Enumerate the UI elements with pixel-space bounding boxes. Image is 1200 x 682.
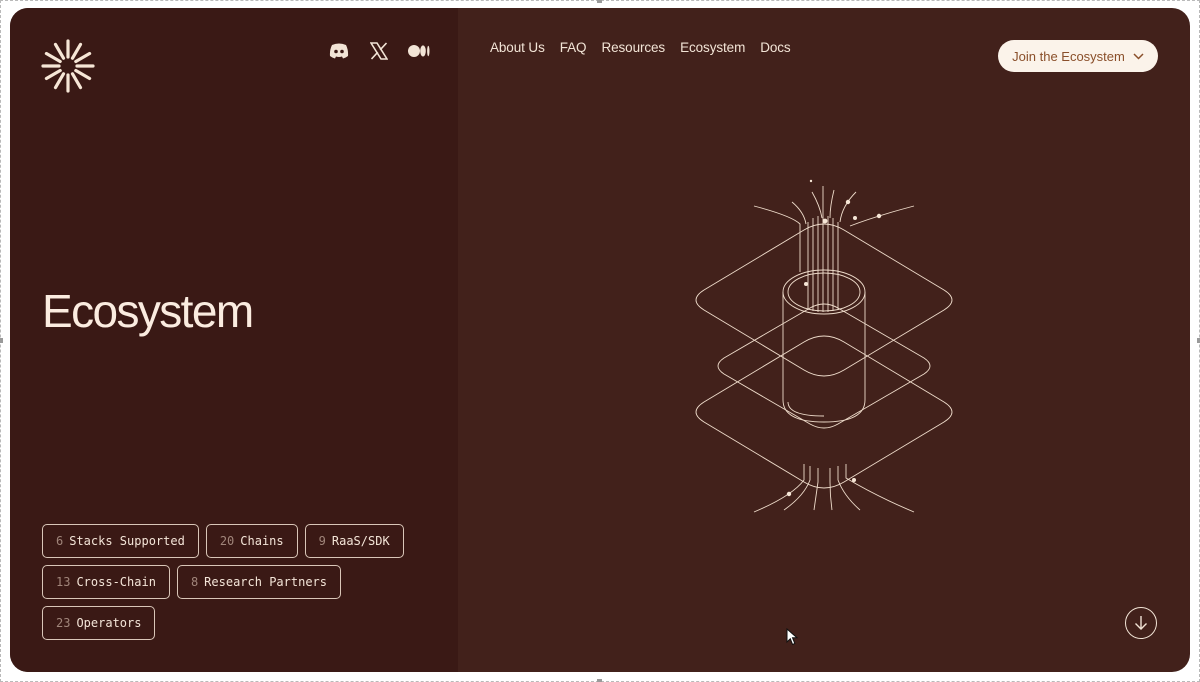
tag-label: Stacks Supported xyxy=(69,534,185,548)
nav-ecosystem[interactable]: Ecosystem xyxy=(680,40,745,55)
mouse-cursor-icon xyxy=(786,628,798,646)
tag-research-partners[interactable]: 8 Research Partners xyxy=(176,565,341,599)
tags-row: 6 Stacks Supported 20 Chains 9 RaaS/SDK xyxy=(42,524,442,558)
join-ecosystem-label: Join the Ecosystem xyxy=(1012,48,1125,64)
tag-stacks-supported[interactable]: 6 Stacks Supported xyxy=(42,524,199,558)
main-nav: About Us FAQ Resources Ecosystem Docs xyxy=(490,40,791,55)
tag-label: Operators xyxy=(76,616,142,630)
tags-row: 23 Operators xyxy=(42,606,442,640)
tag-label: Research Partners xyxy=(204,575,327,589)
nav-about-us[interactable]: About Us xyxy=(490,40,545,55)
stats-tags: 6 Stacks Supported 20 Chains 9 RaaS/SDK … xyxy=(42,524,442,647)
medium-icon[interactable] xyxy=(408,40,430,62)
resize-handle-top[interactable] xyxy=(597,0,602,3)
x-icon[interactable] xyxy=(368,40,390,62)
resize-handle-left[interactable] xyxy=(0,338,3,343)
tag-count: 8 xyxy=(190,575,199,589)
tag-raas-sdk[interactable]: 9 RaaS/SDK xyxy=(304,524,404,558)
tag-label: Cross-Chain xyxy=(76,575,156,589)
join-ecosystem-button[interactable]: Join the Ecosystem xyxy=(998,40,1158,72)
page-title: Ecosystem xyxy=(42,285,254,337)
nav-docs[interactable]: Docs xyxy=(760,40,790,55)
tag-count: 23 xyxy=(56,616,71,630)
tag-label: RaaS/SDK xyxy=(331,534,390,548)
tag-operators[interactable]: 23 Operators xyxy=(42,606,156,640)
logo-icon[interactable] xyxy=(40,38,96,94)
tag-count: 20 xyxy=(219,534,235,548)
page-card: About Us FAQ Resources Ecosystem Docs Jo… xyxy=(10,8,1190,672)
nav-resources[interactable]: Resources xyxy=(601,40,665,55)
nav-faq[interactable]: FAQ xyxy=(560,40,587,55)
chevron-down-icon xyxy=(1133,52,1144,60)
discord-icon[interactable] xyxy=(328,40,350,62)
arrow-down-icon xyxy=(1135,616,1147,630)
scroll-down-button[interactable] xyxy=(1125,607,1157,639)
social-links xyxy=(328,40,430,62)
ecosystem-illustration xyxy=(695,179,953,513)
tag-count: 9 xyxy=(318,534,326,548)
tag-count: 6 xyxy=(56,534,64,548)
tag-label: Chains xyxy=(240,534,284,548)
tag-count: 13 xyxy=(56,575,71,589)
tag-cross-chain[interactable]: 13 Cross-Chain xyxy=(42,565,170,599)
tag-chains[interactable]: 20 Chains xyxy=(205,524,298,558)
tags-row: 13 Cross-Chain 8 Research Partners xyxy=(42,565,442,599)
